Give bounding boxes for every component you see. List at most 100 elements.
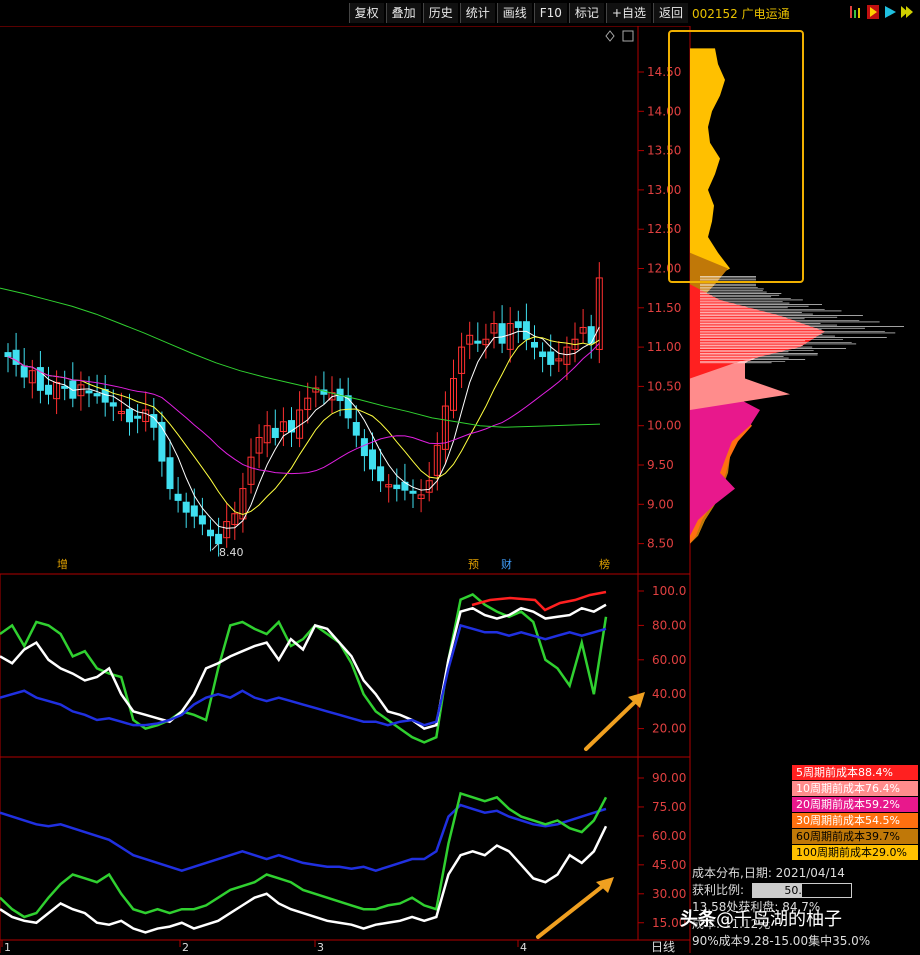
cost-concentration: 90%成本9.28-15.00集中35.0%: [692, 934, 871, 948]
legend-row-4: 60周期前成本39.7%: [792, 829, 918, 844]
low-annotation: 8.40: [211, 543, 244, 559]
month-tick-label: 4: [520, 941, 527, 953]
candle-body: [126, 408, 133, 423]
ind1-tick-label: 100.0: [652, 584, 686, 598]
candle-body: [93, 393, 101, 397]
legend-row-3: 30周期前成本54.5%: [792, 813, 918, 828]
candle-body: [288, 420, 295, 433]
candle-body: [4, 352, 12, 358]
ind2-tick-label: 90.00: [652, 771, 686, 785]
price-tick-label: 8.50: [647, 537, 674, 551]
indicator1-ticks: 100.0 80.00 60.00 40.00 20.00: [638, 584, 686, 736]
ind2-blue-line: [0, 803, 607, 872]
price-tick-label: 13.50: [647, 144, 681, 158]
ind1-tick-label: 80.00: [652, 618, 686, 632]
low-label: 8.40: [219, 546, 244, 559]
chip-legend: 5周期前成本88.4% 10周期前成本76.4% 20周期前成本59.2% 30周期前…: [792, 765, 918, 861]
ind2-tick-label: 30.00: [652, 887, 686, 901]
window-controls: [605, 30, 634, 42]
month-ticks: 1 2 3 4: [1, 940, 527, 953]
legend-row-5: 100周期前成本29.0%: [792, 845, 918, 860]
candle-body: [369, 449, 376, 470]
candle-body: [377, 466, 385, 482]
candle-body: [531, 341, 538, 348]
highlight-box: [668, 30, 804, 283]
marker-zeng[interactable]: 增: [57, 557, 68, 571]
candle-body: [514, 321, 522, 328]
candle-body: [409, 490, 417, 494]
profit-ratio-label: 获利比例:: [692, 883, 745, 897]
candle-body: [474, 340, 482, 344]
legend-row-0: 5周期前成本88.4%: [792, 765, 918, 780]
candle-body: [198, 515, 206, 525]
candle-body: [109, 402, 117, 407]
price-tick-label: 10.00: [647, 419, 681, 433]
price-tick-label: 14.00: [647, 104, 681, 118]
low-pointer: [211, 543, 219, 551]
month-tick-label: 2: [182, 941, 189, 953]
marker-bang[interactable]: 榜: [599, 557, 610, 571]
ma20-line: [7, 343, 600, 475]
ind1-green-line: [0, 592, 608, 744]
candle-body: [360, 438, 368, 457]
candle-body: [134, 415, 142, 419]
candle-body: [182, 501, 190, 513]
ind1-red-line: [471, 590, 607, 612]
chip-distribution: [690, 48, 904, 544]
profit-ratio-row: 获利比例: 50.4%: [692, 882, 920, 899]
price-tick-label: 14.50: [647, 65, 681, 79]
candle-body: [207, 529, 214, 537]
ma10-line: [7, 336, 600, 515]
candle-body: [190, 505, 198, 517]
ind2-tick-label: 75.00: [652, 800, 686, 814]
candlesticks: [4, 262, 603, 557]
month-tick-label: 3: [317, 941, 324, 953]
candle-body: [587, 326, 595, 344]
arrow-up-1: [584, 695, 642, 751]
price-tick-label: 9.50: [647, 458, 674, 472]
indicator-panel-1: [0, 590, 608, 744]
indicator-panel-2: [0, 791, 608, 934]
legend-row-1: 10周期前成本76.4%: [792, 781, 918, 796]
price-tick-label: 12.50: [647, 222, 681, 236]
candle-body: [352, 422, 360, 436]
diamond-icon[interactable]: [605, 30, 615, 42]
restore-icon[interactable]: [622, 30, 634, 42]
ind2-green-line: [0, 791, 608, 919]
candle-body: [166, 457, 174, 490]
ind1-tick-label: 60.00: [652, 653, 686, 667]
profit-ratio-bar: 50.4%: [751, 883, 852, 898]
candle-body: [547, 351, 555, 365]
price-tick-label: 12.00: [647, 262, 681, 276]
ind2-tick-label: 60.00: [652, 829, 686, 843]
ind1-tick-label: 20.00: [652, 722, 686, 736]
arrow-up-2: [536, 880, 610, 939]
marker-yu[interactable]: 预: [468, 558, 479, 571]
legend-row-2: 20周期前成本59.2%: [792, 797, 918, 812]
marker-cai[interactable]: 财: [501, 557, 512, 571]
ind1-white-line: [0, 603, 607, 730]
dist-date: 成本分布,日期: 2021/04/14: [692, 866, 845, 880]
candle-body: [101, 389, 109, 403]
price-tick-label: 9.00: [647, 497, 674, 511]
ind2-tick-label: 45.00: [652, 858, 686, 872]
profit-ratio-value: 50.4%: [784, 884, 820, 897]
candle-body: [174, 493, 182, 501]
ind1-tick-label: 40.00: [652, 687, 686, 701]
watermark: 头条@千岛湖的柚子: [680, 909, 842, 930]
candle-body: [20, 365, 28, 378]
price-tick-label: 11.50: [647, 301, 681, 315]
price-tick-label: 10.50: [647, 379, 681, 393]
candle-body: [271, 427, 279, 438]
candle-body: [498, 323, 506, 344]
period-label[interactable]: 日线: [651, 938, 675, 955]
price-tick-label: 11.00: [647, 340, 681, 354]
event-markers: 增 预 财 榜: [57, 557, 610, 571]
price-ticks: 14.50 14.00 13.50 13.00 12.50 12.00 11.50 11.00…: [638, 65, 681, 551]
candle-body: [85, 390, 93, 394]
candle-body: [393, 484, 401, 490]
month-tick-label: 1: [4, 941, 11, 953]
candle-body: [215, 533, 223, 545]
candle-body: [45, 384, 52, 395]
candle-body: [522, 321, 530, 340]
